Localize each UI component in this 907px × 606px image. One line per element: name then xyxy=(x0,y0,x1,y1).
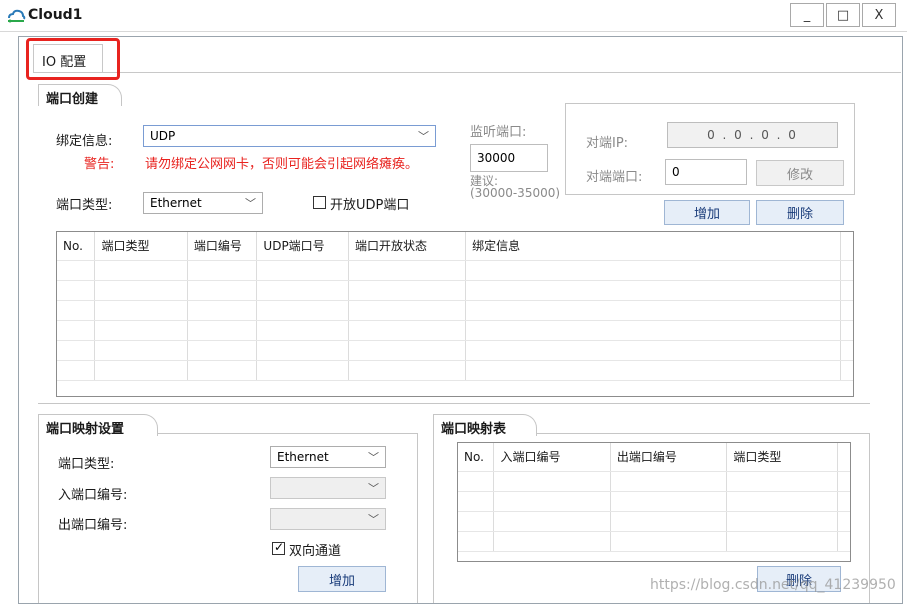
bidirectional-label: 双向通道 xyxy=(289,544,342,559)
table-row xyxy=(57,360,853,381)
bidirectional-checkbox[interactable] xyxy=(272,540,285,558)
chevron-down-icon: ﹀ xyxy=(368,513,379,526)
map-port-type-value: Ethernet xyxy=(277,450,329,464)
col-header-open-status[interactable]: 端口开放状态 xyxy=(348,232,467,261)
close-button[interactable]: X xyxy=(862,3,896,27)
minimize-icon: _ xyxy=(803,7,811,23)
col-header-bind-info[interactable]: 绑定信息 xyxy=(465,232,841,261)
mapping-table[interactable]: No. 入端口编号 出端口编号 端口类型 xyxy=(457,442,851,562)
watermark-text: https://blog.csdn.net/qq_41239950 xyxy=(650,577,896,593)
delete-button[interactable]: 删除 xyxy=(756,200,844,225)
table-row xyxy=(57,260,853,281)
checkbox-box xyxy=(313,196,326,209)
mapping-table-grid: No. 入端口编号 出端口编号 端口类型 xyxy=(458,443,850,552)
chevron-down-icon: ﹀ xyxy=(245,197,256,210)
table-header-row: No. 入端口编号 出端口编号 端口类型 xyxy=(458,443,850,472)
bind-label: 绑定信息: xyxy=(56,134,113,149)
peer-ip-input[interactable]: 0 . 0 . 0 . 0 xyxy=(667,122,838,148)
map-add-button[interactable]: 增加 xyxy=(298,566,386,592)
table-row xyxy=(57,300,853,321)
checkbox-box xyxy=(272,540,285,555)
map-col-no[interactable]: No. xyxy=(458,443,495,472)
listen-port-input[interactable]: 30000 xyxy=(470,144,548,172)
window-title: Cloud1 xyxy=(28,7,83,23)
map-col-filler xyxy=(837,443,850,472)
map-col-port-type[interactable]: 端口类型 xyxy=(726,443,838,472)
port-table[interactable]: No. 端口类型 端口编号 UDP端口号 端口开放状态 绑定信息 xyxy=(56,231,854,397)
maximize-icon: □ xyxy=(836,7,850,23)
map-port-type-select[interactable]: Ethernet ﹀ xyxy=(270,446,386,468)
open-udp-label: 开放UDP端口 xyxy=(330,198,410,213)
port-type-select[interactable]: Ethernet ﹀ xyxy=(143,192,263,214)
close-icon: X xyxy=(874,7,884,23)
map-col-in-port[interactable]: 入端口编号 xyxy=(493,443,611,472)
table-header-row: No. 端口类型 端口编号 UDP端口号 端口开放状态 绑定信息 xyxy=(57,232,853,261)
table-row xyxy=(458,471,850,492)
modify-button[interactable]: 修改 xyxy=(756,160,844,186)
suggest-range: (30000-35000) xyxy=(470,186,561,200)
listen-port-label: 监听端口: xyxy=(470,125,527,140)
tab-highlight-box xyxy=(26,38,120,80)
peer-ip-value: 0 . 0 . 0 . 0 xyxy=(707,128,798,142)
out-port-select[interactable]: ﹀ xyxy=(270,508,386,530)
col-header-port-number[interactable]: 端口编号 xyxy=(187,232,258,261)
bind-select-value: UDP xyxy=(150,129,176,143)
map-port-type-label: 端口类型: xyxy=(58,457,115,472)
chevron-down-icon: ﹀ xyxy=(368,451,379,464)
listen-port-value: 30000 xyxy=(477,151,516,165)
cloud-app-icon xyxy=(8,9,26,23)
peer-ip-label: 对端IP: xyxy=(586,136,629,151)
table-row xyxy=(57,320,853,341)
warning-text: 请勿绑定公网网卡，否则可能会引起网络瘫痪。 xyxy=(145,157,419,172)
port-type-label: 端口类型: xyxy=(56,198,113,213)
in-port-select[interactable]: ﹀ xyxy=(270,477,386,499)
mapping-settings-title: 端口映射设置 xyxy=(46,422,125,437)
table-row xyxy=(57,280,853,301)
out-port-label: 出端口编号: xyxy=(58,518,128,533)
add-button[interactable]: 增加 xyxy=(664,200,750,225)
warning-label: 警告: xyxy=(84,157,115,172)
port-type-select-value: Ethernet xyxy=(150,196,202,210)
col-header-port-type[interactable]: 端口类型 xyxy=(94,232,188,261)
col-header-filler xyxy=(840,232,853,261)
maximize-button[interactable]: □ xyxy=(826,3,860,27)
port-table-grid: No. 端口类型 端口编号 UDP端口号 端口开放状态 绑定信息 xyxy=(57,232,853,381)
tab-divider xyxy=(33,72,901,73)
port-create-title: 端口创建 xyxy=(46,92,99,107)
table-row xyxy=(458,531,850,552)
col-header-no[interactable]: No. xyxy=(57,232,96,261)
peer-port-input[interactable]: 0 xyxy=(665,159,747,185)
open-udp-checkbox[interactable] xyxy=(313,196,326,212)
peer-port-label: 对端端口: xyxy=(586,170,643,185)
bind-select[interactable]: UDP ﹀ xyxy=(143,125,436,147)
col-header-udp-port[interactable]: UDP端口号 xyxy=(256,232,349,261)
table-row xyxy=(57,340,853,361)
map-col-out-port[interactable]: 出端口编号 xyxy=(610,443,728,472)
peer-port-value: 0 xyxy=(672,165,680,179)
in-port-label: 入端口编号: xyxy=(58,488,128,503)
minimize-button[interactable]: _ xyxy=(790,3,824,27)
chevron-down-icon: ﹀ xyxy=(418,130,429,143)
table-row xyxy=(458,511,850,532)
table-row xyxy=(458,491,850,512)
chevron-down-icon: ﹀ xyxy=(368,482,379,495)
mapping-table-title: 端口映射表 xyxy=(441,422,507,437)
title-bar xyxy=(0,0,907,32)
